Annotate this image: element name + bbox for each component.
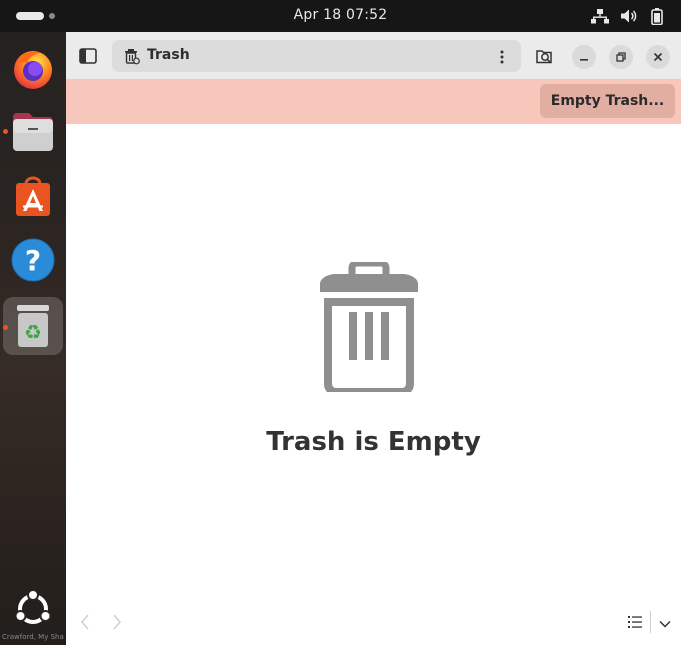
empty-trash-button[interactable]: Empty Trash... <box>540 84 675 118</box>
svg-text:♻: ♻ <box>24 320 42 344</box>
battery-icon[interactable] <box>648 7 666 25</box>
close-button[interactable] <box>646 45 670 69</box>
kebab-menu-icon <box>500 50 504 64</box>
minimize-button[interactable] <box>572 45 596 69</box>
top-bar: Apr 18 07:52 <box>0 0 681 32</box>
firefox-icon <box>14 51 52 89</box>
view-separator <box>650 611 651 633</box>
show-apps-launcher[interactable] <box>8 584 58 634</box>
location-label: Trash <box>147 47 190 63</box>
trash-infobar: Empty Trash... <box>66 79 681 124</box>
view-controls <box>628 611 671 633</box>
chevron-left-icon <box>81 614 89 630</box>
wallpaper-credit: Crawford, My Sha <box>2 633 64 641</box>
location-bar[interactable]: Trash <box>112 40 521 72</box>
chevron-right-icon <box>113 614 121 630</box>
files-launcher[interactable] <box>8 107 58 157</box>
view-options-button[interactable] <box>659 613 671 632</box>
ubuntu-logo-icon <box>14 589 52 624</box>
files-running-indicator <box>3 129 8 134</box>
trash-dock-icon: ♻ <box>17 305 49 347</box>
trash-empty-icon <box>316 259 422 396</box>
files-window: Trash Empty Trash... Trash is Empty <box>66 32 681 645</box>
minimize-icon <box>580 59 588 61</box>
app-center-icon <box>16 176 50 216</box>
list-view-button[interactable] <box>628 613 642 632</box>
network-icon[interactable] <box>590 7 610 25</box>
empty-view: Trash is Empty <box>66 124 681 645</box>
sidebar-toggle-button[interactable] <box>78 46 98 66</box>
header-bar: Trash <box>66 32 681 79</box>
dock: ? ♻ Crawford, My Sha <box>0 32 66 645</box>
empty-title: Trash is Empty <box>266 427 481 457</box>
location-menu-button[interactable] <box>500 49 504 68</box>
trash-running-indicator <box>3 325 8 330</box>
close-icon <box>653 52 663 62</box>
clock[interactable]: Apr 18 07:52 <box>0 7 681 23</box>
app-center-launcher[interactable] <box>8 171 58 221</box>
help-icon: ? <box>11 238 55 282</box>
trash-launcher[interactable]: ♻ <box>3 297 63 355</box>
restore-icon <box>616 52 626 62</box>
search-folder-icon <box>536 50 552 64</box>
list-view-icon <box>628 615 642 628</box>
forward-button[interactable] <box>112 611 122 635</box>
back-button[interactable] <box>80 611 90 635</box>
firefox-launcher[interactable] <box>8 44 58 94</box>
help-launcher[interactable]: ? <box>8 235 58 285</box>
chevron-down-icon <box>659 620 671 628</box>
files-icon <box>13 113 53 151</box>
maximize-button[interactable] <box>609 45 633 69</box>
history-navigation <box>80 611 122 635</box>
sidebar-icon <box>79 48 97 64</box>
trash-location-icon <box>124 48 140 69</box>
search-button[interactable] <box>534 46 554 66</box>
svg-text:?: ? <box>25 244 41 277</box>
volume-icon[interactable] <box>619 7 639 25</box>
